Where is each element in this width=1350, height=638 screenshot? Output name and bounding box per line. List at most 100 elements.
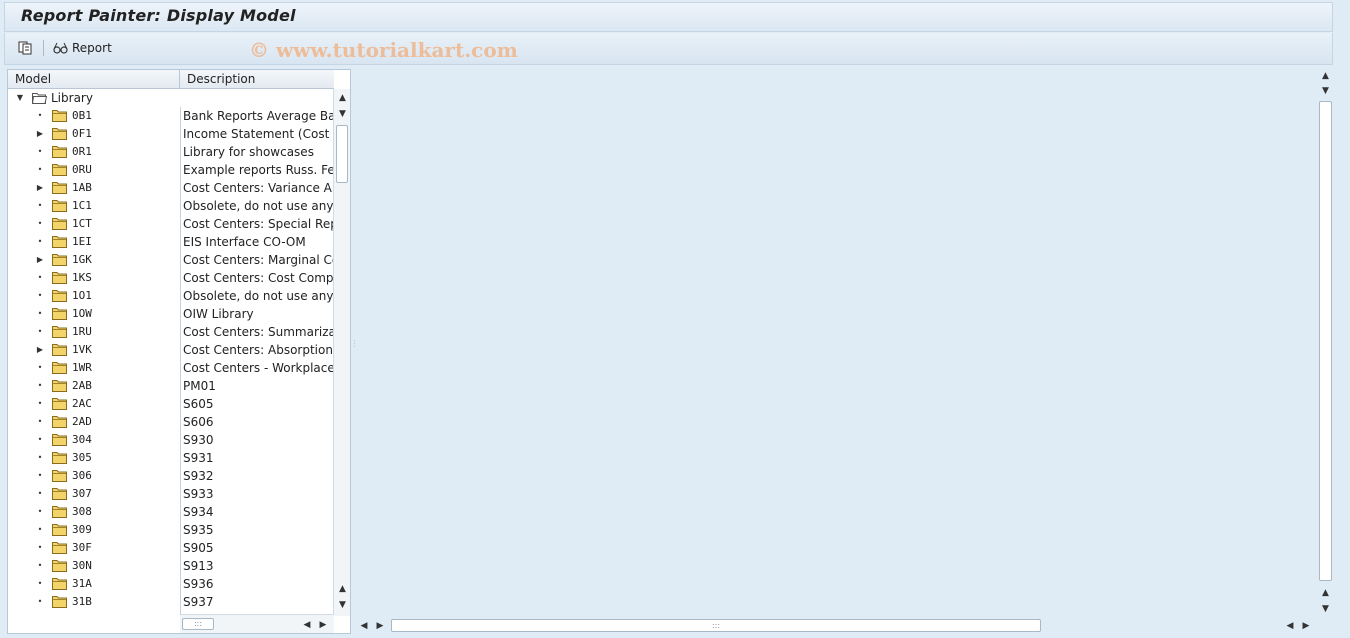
tree-item-row[interactable]: • 2AD S606 [8, 413, 334, 431]
model-description: EIS Interface CO-OM [183, 235, 306, 249]
leaf-bullet-icon: • [37, 561, 43, 570]
model-description: S606 [183, 415, 214, 429]
model-description: Example reports Russ. Fede [183, 163, 334, 177]
tree-item-row[interactable]: • 30N S913 [8, 557, 334, 575]
leaf-bullet-icon: • [37, 327, 43, 336]
scroll-down-icon[interactable]: ▼ [1317, 84, 1334, 98]
tree-item-row[interactable]: • 31B S937 [8, 593, 334, 611]
model-description: Cost Centers: Summarization [183, 325, 334, 339]
scroll-down-icon[interactable]: ▼ [334, 598, 350, 612]
expand-arrow-right-icon[interactable]: ▶ [36, 255, 44, 265]
tree-item-row[interactable]: • 1KS Cost Centers: Cost Compon [8, 269, 334, 287]
model-code: 1AB [72, 181, 92, 194]
leaf-bullet-icon: • [37, 543, 43, 552]
report-button[interactable]: Report [53, 39, 112, 57]
folder-icon [52, 308, 67, 320]
tree-item-row[interactable]: • 2AC S605 [8, 395, 334, 413]
folder-icon [52, 254, 67, 266]
model-description: Obsolete, do not use anymo [183, 289, 334, 303]
scroll-down-icon[interactable]: ▼ [1317, 602, 1334, 616]
detail-horizontal-scrollbar[interactable]: ◀ ▶ ::: ◀ ▶ [355, 617, 1317, 634]
tree-item-row[interactable]: • 0B1 Bank Reports Average Balan [8, 107, 334, 125]
scroll-up-icon[interactable]: ▲ [1317, 69, 1334, 83]
expand-arrow-right-icon[interactable]: ▶ [36, 129, 44, 139]
leaf-bullet-icon: • [37, 363, 43, 372]
tree-item-row[interactable]: • 1WR Cost Centers - Workplace Re [8, 359, 334, 377]
vertical-scroll-thumb[interactable] [336, 125, 348, 183]
tree-item-row[interactable]: • 308 S934 [8, 503, 334, 521]
scroll-left-icon[interactable]: ◀ [357, 619, 371, 633]
tree-item-row[interactable]: • 1OW OIW Library [8, 305, 334, 323]
tree-item-row[interactable]: • 305 S931 [8, 449, 334, 467]
expand-arrow-right-icon[interactable]: ▶ [36, 183, 44, 193]
scroll-right-icon[interactable]: ▶ [316, 618, 330, 632]
model-description: Cost Centers: Absorption Co [183, 343, 334, 357]
leaf-bullet-icon: • [37, 597, 43, 606]
folder-icon [52, 146, 67, 158]
model-description: Library for showcases [183, 145, 314, 159]
horizontal-scroll-thumb[interactable]: ::: [391, 619, 1041, 632]
model-code: 0B1 [72, 109, 92, 122]
tree-item-row[interactable]: • 1C1 Obsolete, do not use anymo [8, 197, 334, 215]
expand-arrow-right-icon[interactable]: ▶ [36, 345, 44, 355]
leaf-bullet-icon: • [37, 525, 43, 534]
leaf-bullet-icon: • [37, 273, 43, 282]
leaf-bullet-icon: • [37, 417, 43, 426]
folder-icon [52, 380, 67, 392]
scroll-up-icon[interactable]: ▲ [1317, 586, 1334, 600]
tree-node-label: Library [51, 91, 93, 105]
scroll-right-icon[interactable]: ▶ [1299, 619, 1313, 633]
folder-icon [52, 560, 67, 572]
vertical-scroll-thumb[interactable] [1319, 101, 1332, 581]
detail-vertical-scrollbar[interactable]: ▲ ▼ ▲ ▼ [1317, 69, 1334, 617]
tree-vertical-scrollbar[interactable]: ▲ ▼ ▲ ▼ [333, 89, 350, 616]
tree-item-row[interactable]: ▶ 1GK Cost Centers: Marginal Costi [8, 251, 334, 269]
model-code: 0R1 [72, 145, 92, 158]
tree-item-row[interactable]: • 31A S936 [8, 575, 334, 593]
tree-item-row[interactable]: • 1O1 Obsolete, do not use anymo [8, 287, 334, 305]
open-folder-icon [32, 93, 47, 104]
model-code: 1RU [72, 325, 92, 338]
folder-icon [52, 164, 67, 176]
tree-item-row[interactable]: • 1CT Cost Centers: Special Repor [8, 215, 334, 233]
tree-item-row[interactable]: • 304 S930 [8, 431, 334, 449]
scroll-right-icon[interactable]: ▶ [373, 619, 387, 633]
tree-item-row[interactable]: • 2AB PM01 [8, 377, 334, 395]
scroll-up-icon[interactable]: ▲ [334, 91, 350, 105]
model-description: Cost Centers: Marginal Costi [183, 253, 334, 267]
tree-item-row[interactable]: • 306 S932 [8, 467, 334, 485]
tree-item-row[interactable]: • 30F S905 [8, 539, 334, 557]
leaf-bullet-icon: • [37, 291, 43, 300]
description-horizontal-scrollbar[interactable]: ::: ◀ ▶ [180, 614, 334, 633]
model-code: 1VK [72, 343, 92, 356]
tree-item-row[interactable]: • 307 S933 [8, 485, 334, 503]
model-description: OIW Library [183, 307, 254, 321]
model-description: S913 [183, 559, 214, 573]
leaf-bullet-icon: • [37, 219, 43, 228]
tree-item-row[interactable]: • 0R1 Library for showcases [8, 143, 334, 161]
tree-item-row[interactable]: ▶ 1AB Cost Centers: Variance Anal [8, 179, 334, 197]
tree-item-row[interactable]: • 1RU Cost Centers: Summarization [8, 323, 334, 341]
model-tree-panel: Model Description ▼ Library • 0B1 Bank Rep… [7, 69, 351, 634]
scroll-up-icon[interactable]: ▲ [334, 582, 350, 596]
expand-arrow-down-icon[interactable]: ▼ [16, 93, 24, 103]
tree-node-library[interactable]: ▼ Library [8, 89, 334, 107]
model-code: 31B [72, 595, 92, 608]
leaf-bullet-icon: • [37, 201, 43, 210]
display-change-icon[interactable] [17, 40, 33, 56]
tree-item-row[interactable]: ▶ 0F1 Income Statement (Cost of [8, 125, 334, 143]
tree-item-row[interactable]: • 309 S935 [8, 521, 334, 539]
scroll-left-icon[interactable]: ◀ [300, 618, 314, 632]
tree-item-row[interactable]: • 1EI EIS Interface CO-OM [8, 233, 334, 251]
column-header-model[interactable]: Model [8, 70, 180, 89]
folder-icon [52, 506, 67, 518]
column-header-description[interactable]: Description [180, 70, 334, 89]
tree-item-row[interactable]: • 0RU Example reports Russ. Fede [8, 161, 334, 179]
scroll-left-icon[interactable]: ◀ [1283, 619, 1297, 633]
tree-item-row[interactable]: ▶ 1VK Cost Centers: Absorption Co [8, 341, 334, 359]
leaf-bullet-icon: • [37, 489, 43, 498]
model-code: 1EI [72, 235, 92, 248]
horizontal-scroll-thumb[interactable]: ::: [182, 618, 214, 630]
scroll-down-icon[interactable]: ▼ [334, 107, 350, 121]
toolbar-separator [43, 40, 44, 56]
